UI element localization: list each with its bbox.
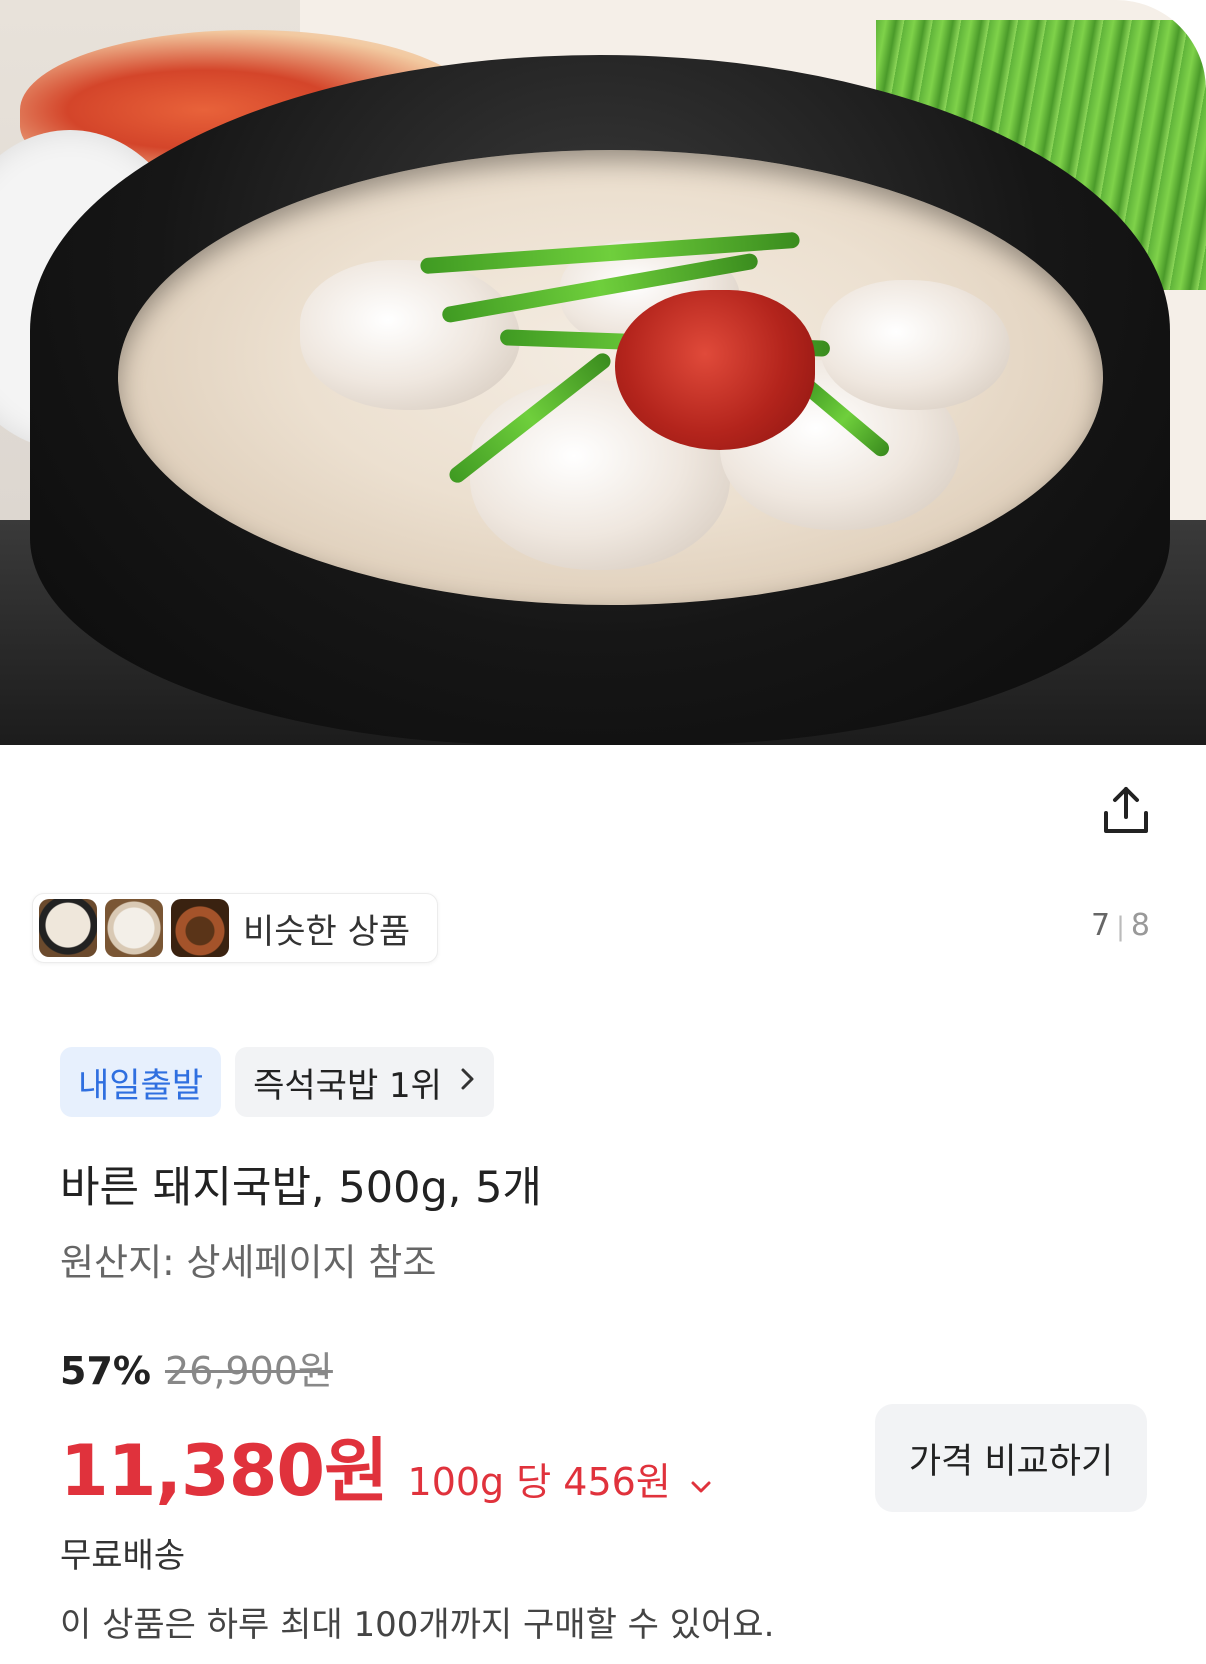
share-icon[interactable] — [1098, 783, 1154, 839]
product-title: 바른 돼지국밥, 500g, 5개 — [60, 1163, 542, 1213]
similar-thumbnail — [171, 899, 229, 957]
badge-row: 내일출발 즉석국밥 1위 — [60, 1047, 494, 1117]
image-meat — [820, 280, 1010, 410]
compare-price-button[interactable]: 가격 비교하기 — [875, 1404, 1147, 1512]
similar-thumbnail — [39, 899, 97, 957]
price-row: 11,380원 100g 당 456원 — [60, 1415, 713, 1516]
original-price: 26,900원 — [164, 1349, 333, 1393]
similar-thumbnail — [105, 899, 163, 957]
shipping-info: 무료배송 — [60, 1536, 186, 1576]
gallery-current: 7 — [1091, 908, 1111, 943]
delivery-badge: 내일출발 — [60, 1047, 222, 1117]
gallery-total: 8 — [1130, 908, 1150, 943]
category-rank-label: 즉석국밥 1위 — [253, 1065, 442, 1106]
product-image[interactable] — [0, 0, 1206, 745]
product-origin: 원산지: 상세페이지 참조 — [60, 1241, 437, 1284]
chevron-down-icon[interactable] — [689, 1468, 713, 1503]
similar-products-label: 비슷한 상품 — [243, 911, 411, 952]
category-rank-badge[interactable]: 즉석국밥 1위 — [235, 1047, 494, 1117]
discount-row: 57% 26,900원 — [60, 1340, 333, 1395]
similar-products-button[interactable]: 비슷한 상품 — [32, 893, 438, 963]
gallery-page-indicator: 7 | 8 — [1091, 908, 1150, 943]
purchase-limit-notice: 이 상품은 하루 최대 100개까지 구매할 수 있어요. — [60, 1605, 775, 1645]
discount-rate: 57% — [60, 1349, 151, 1393]
chevron-right-icon — [460, 1065, 476, 1100]
unit-price[interactable]: 100g 당 456원 — [408, 1451, 671, 1506]
gallery-separator: | — [1116, 912, 1125, 942]
sale-price: 11,380원 — [60, 1430, 389, 1512]
